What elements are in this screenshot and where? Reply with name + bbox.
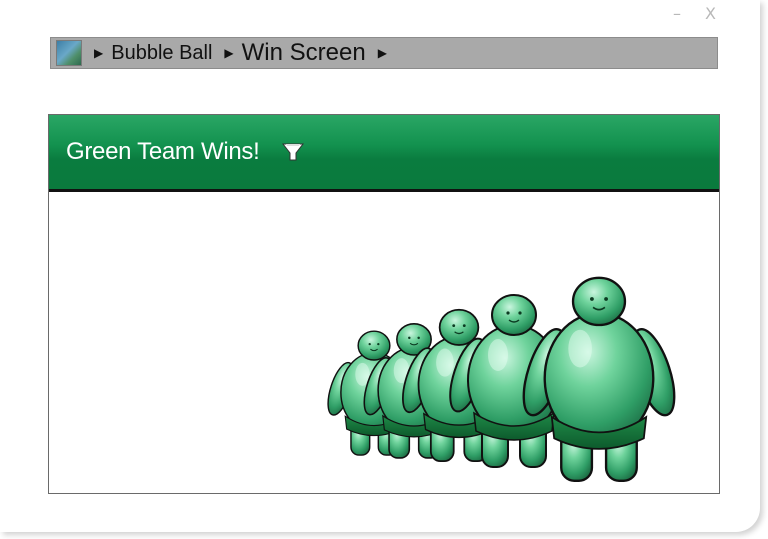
breadcrumb: ▶ Bubble Ball ▶ Win Screen ▶ — [50, 37, 718, 69]
panel-header: Green Team Wins! — [49, 115, 719, 192]
panel-title: Green Team Wins! — [66, 138, 260, 165]
chevron-down-icon[interactable] — [281, 141, 304, 163]
app-window: – X ▶ Bubble Ball ▶ Win Screen ▶ Green T… — [0, 0, 760, 532]
close-button[interactable]: X — [705, 4, 716, 23]
minimize-button[interactable]: – — [673, 4, 681, 23]
breadcrumb-arrow-icon: ▶ — [94, 46, 104, 60]
breadcrumb-arrow-icon: ▶ — [224, 46, 234, 60]
breadcrumb-arrow-icon[interactable]: ▶ — [378, 46, 387, 60]
green-mascot-figures-illustration — [324, 276, 685, 482]
breadcrumb-item-win-screen[interactable]: Win Screen — [242, 41, 366, 65]
window-controls: – X — [673, 4, 716, 23]
game-thumbnail-icon[interactable] — [56, 40, 82, 66]
win-panel: Green Team Wins! — [48, 114, 720, 494]
breadcrumb-item-bubble-ball[interactable]: Bubble Ball — [111, 43, 212, 63]
